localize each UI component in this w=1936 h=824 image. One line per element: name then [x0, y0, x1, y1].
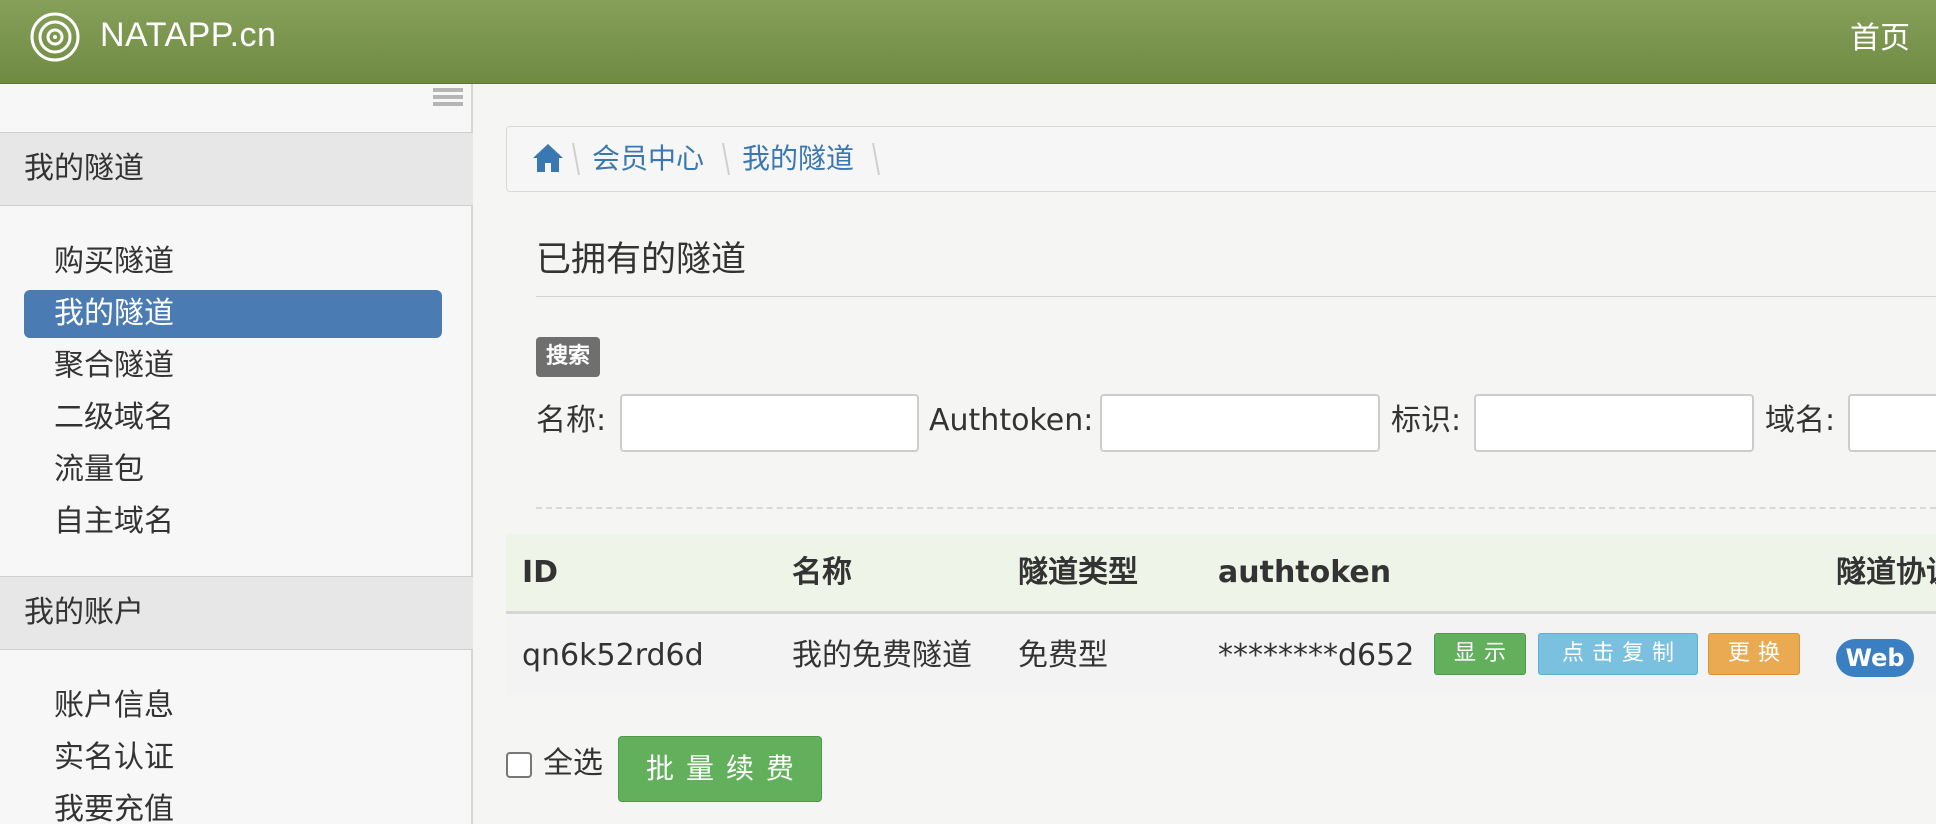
column-header-name: 名称	[792, 555, 852, 590]
top-navbar: NATAPP.cn 首页	[0, 0, 1936, 84]
tunnel-id-cell: qn6k52rd6d	[522, 638, 704, 673]
tag-filter-label: 标识:	[1391, 403, 1462, 438]
sidebar-item-account-info[interactable]: 账户信息	[24, 682, 442, 730]
column-header-id: ID	[522, 555, 559, 590]
column-header-authtoken: authtoken	[1218, 555, 1392, 590]
sidebar: 我的隧道 购买隧道 我的隧道 聚合隧道 二级域名 流量包 自主域名 我的账户 账…	[0, 84, 473, 824]
select-all-checkbox[interactable]	[506, 752, 532, 778]
nav-home-link[interactable]: 首页	[1850, 14, 1910, 64]
breadcrumb-separator-icon	[872, 142, 880, 176]
sidebar-item-real-name[interactable]: 实名认证	[24, 734, 442, 782]
domain-filter-input[interactable]	[1848, 394, 1936, 452]
breadcrumb-member-center[interactable]: 会员中心	[592, 127, 704, 191]
search-label-badge: 搜索	[536, 337, 600, 377]
sidebar-group-account[interactable]: 我的账户	[0, 576, 473, 650]
show-authtoken-button[interactable]: 显示	[1434, 633, 1526, 675]
column-header-type: 隧道类型	[1018, 555, 1138, 590]
table-header: ID 名称 隧道类型 authtoken 隧道协议	[506, 534, 1936, 614]
title-divider	[536, 296, 1936, 297]
sidebar-collapse-icon[interactable]	[433, 88, 463, 110]
copy-authtoken-button[interactable]: 点击复制	[1538, 633, 1698, 675]
batch-renew-button[interactable]: 批量续费	[618, 736, 822, 802]
breadcrumb-my-tunnels[interactable]: 我的隧道	[742, 127, 854, 191]
brand-name[interactable]: NATAPP.cn	[100, 10, 276, 60]
protocol-badge: Web	[1836, 639, 1914, 677]
select-all-label[interactable]: 全选	[543, 741, 603, 787]
tunnel-authtoken-cell: ********d652	[1218, 638, 1415, 673]
sidebar-item-traffic-pack[interactable]: 流量包	[24, 446, 442, 494]
home-icon[interactable]	[531, 141, 565, 175]
change-authtoken-button[interactable]: 更换	[1708, 633, 1800, 675]
name-filter-label: 名称:	[536, 403, 607, 438]
search-divider	[536, 507, 1936, 509]
name-filter-input[interactable]	[620, 394, 919, 452]
column-header-protocol: 隧道协议	[1836, 555, 1936, 590]
sidebar-item-custom-domain[interactable]: 自主域名	[24, 498, 442, 546]
breadcrumb-separator-icon	[722, 142, 730, 176]
breadcrumb: 会员中心 我的隧道	[506, 126, 1936, 192]
tunnel-name-cell: 我的免费隧道	[792, 638, 972, 673]
sidebar-item-my-tunnels[interactable]: 我的隧道	[24, 290, 442, 338]
sidebar-group-tunnels[interactable]: 我的隧道	[0, 132, 473, 206]
authtoken-filter-input[interactable]	[1100, 394, 1380, 452]
sidebar-item-buy-tunnel[interactable]: 购买隧道	[24, 238, 442, 286]
domain-filter-label: 域名:	[1765, 403, 1836, 438]
page-title: 已拥有的隧道	[536, 240, 747, 280]
sidebar-item-subdomain[interactable]: 二级域名	[24, 394, 442, 442]
breadcrumb-separator-icon	[572, 142, 580, 176]
sidebar-item-aggregate-tunnel[interactable]: 聚合隧道	[24, 342, 442, 390]
sidebar-item-recharge[interactable]: 我要充值	[24, 786, 442, 824]
tunnel-type-cell: 免费型	[1018, 638, 1108, 673]
table-row: qn6k52rd6d 我的免费隧道 免费型 ********d652 显示 点击…	[506, 617, 1936, 695]
tag-filter-input[interactable]	[1474, 394, 1754, 452]
authtoken-filter-label: Authtoken:	[929, 403, 1094, 438]
logo-icon[interactable]	[30, 12, 80, 62]
